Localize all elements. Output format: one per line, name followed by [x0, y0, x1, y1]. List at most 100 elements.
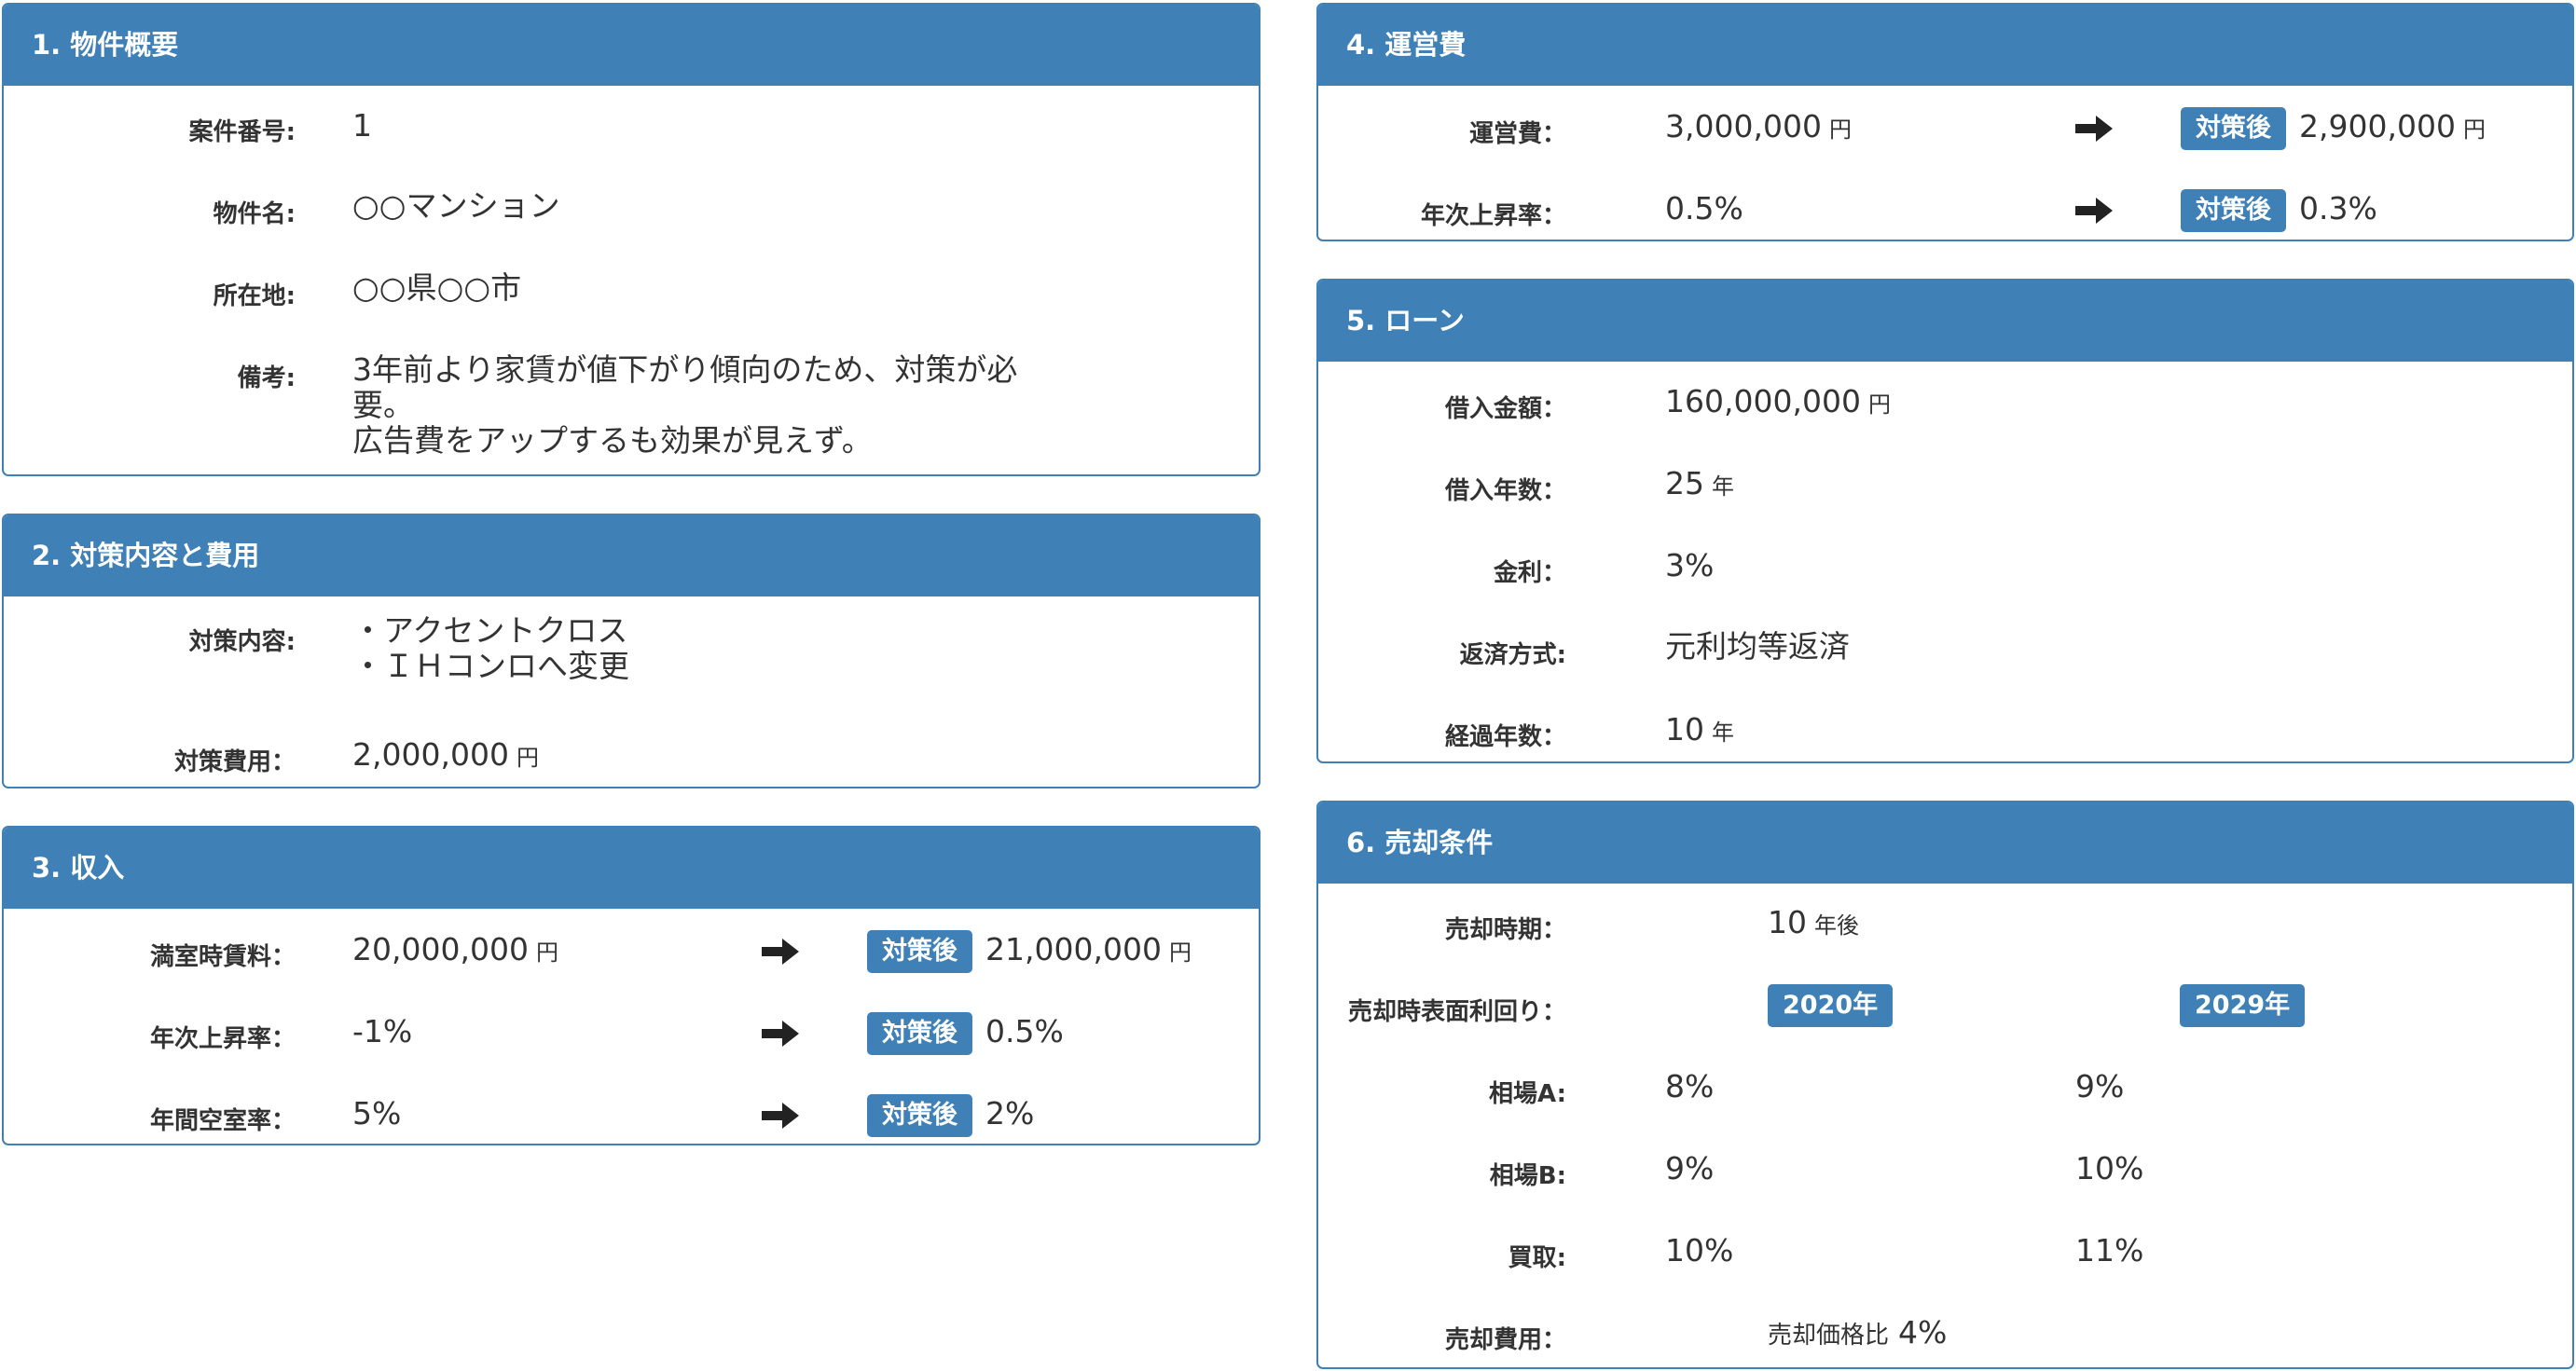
arrow-right-icon [762, 1101, 799, 1131]
value-buyback-2029: 11% [2075, 1232, 2144, 1268]
arrow-right-icon [762, 1019, 799, 1049]
value-loan-amount: 160,000,000 円 [1665, 386, 1891, 417]
label-vacancy-rate: 年間空室率： [149, 1107, 296, 1135]
measure-item: ・アクセントクロス [352, 612, 628, 649]
panel-loan: 5. ローン 借入金額： 160,000,000 円 借入年数： 25 年 金利： … [1316, 279, 2574, 763]
sale-cost-ratio: 4% [1898, 1314, 1948, 1350]
value-opcost-increase-after: 0.3% [2299, 190, 2377, 226]
value-location: ○○県○○市 [352, 269, 522, 306]
label-sale-yield: 売却時表面利回り： [1347, 998, 1566, 1026]
panel-income: 3. 収入 満室時賃料： 20,000,000 円 対策後 21,000,000 円… [2, 826, 1260, 1145]
arrow-right-icon [762, 937, 799, 967]
opcost-amount: 3,000,000 [1665, 108, 1822, 144]
value-vacancy-rate: 5% [352, 1095, 402, 1131]
panel-title: 6. 売却条件 [1318, 802, 2572, 884]
label-measure-cost: 対策費用： [173, 748, 296, 776]
sale-cost-prefix: 売却価格比 [1768, 1322, 1890, 1350]
value-property-name: ○○マンション [352, 187, 560, 224]
value-interest-rate: 3% [1665, 547, 1715, 583]
after-measure-badge: 対策後 [867, 930, 972, 973]
loan-years: 25 [1665, 465, 1704, 501]
loan-amount: 160,000,000 [1665, 383, 1861, 419]
value-buyback-2020: 10% [1665, 1232, 1734, 1268]
panel-property-overview: 1. 物件概要 案件番号: 1 物件名: ○○マンション 所在地: ○○県○○市… [2, 3, 1260, 476]
value-market-a-2020: 8% [1665, 1068, 1715, 1104]
panel-title: 3. 収入 [4, 828, 1259, 909]
rent-after-amount: 21,000,000 [985, 931, 1162, 967]
after-measure-badge: 対策後 [867, 1094, 972, 1137]
opcost-after-amount: 2,900,000 [2299, 108, 2456, 144]
opcost-after-unit: 円 [2462, 117, 2486, 143]
elapsed-years: 10 [1665, 711, 1704, 747]
panel-operating-cost: 4. 運営費 運営費： 3,000,000 円 対策後 2,900,000 円 年次… [1316, 3, 2574, 241]
label-full-rent: 満室時賃料： [149, 943, 296, 971]
label-annual-increase: 年次上昇率： [149, 1025, 296, 1053]
value-measure-cost: 2,000,000 円 [352, 739, 539, 770]
label-sale-period: 売却時期： [1444, 916, 1566, 944]
value-elapsed-years: 10 年 [1665, 714, 1734, 745]
elapsed-years-unit: 年 [1712, 720, 1734, 746]
value-sale-cost: 売却価格比 4% [1768, 1317, 1947, 1348]
after-measure-badge: 対策後 [867, 1012, 972, 1055]
value-measure-content: ・アクセントクロス ・ＩＨコンロへ変更 [352, 613, 629, 684]
value-annual-increase: -1% [352, 1013, 413, 1049]
cost-amount: 2,000,000 [352, 736, 509, 773]
label-property-name: 物件名: [213, 200, 296, 228]
panel-title: 4. 運営費 [1318, 5, 2572, 86]
after-measure-badge: 対策後 [2181, 189, 2286, 232]
panel-title: 2. 対策内容と費用 [4, 515, 1259, 596]
sale-period-unit: 年後 [1814, 912, 1859, 939]
label-opcost-increase: 年次上昇率： [1420, 202, 1566, 230]
loan-years-unit: 年 [1712, 473, 1734, 500]
year-badge-2020: 2020年 [1768, 984, 1894, 1027]
measure-item: ・ＩＨコンロへ変更 [352, 647, 629, 684]
label-loan-amount: 借入金額： [1444, 395, 1566, 423]
value-operating-cost: 3,000,000 円 [1665, 111, 1852, 142]
label-sale-cost: 売却費用： [1444, 1326, 1566, 1354]
remarks-line: 3年前より家賃が値下がり傾向のため、対策が必 [352, 351, 1018, 388]
arrow-right-icon [2075, 196, 2113, 226]
value-opcost-increase: 0.5% [1665, 190, 1743, 226]
value-repayment-method: 元利均等返済 [1665, 628, 1850, 665]
panel-title: 5. ローン [1318, 281, 2572, 362]
panel-sale-conditions: 6. 売却条件 売却時期： 10 年後 売却時表面利回り： 2020年 2029年… [1316, 801, 2574, 1369]
year-badge-2029: 2029年 [2180, 984, 2306, 1027]
value-case-number: 1 [352, 107, 372, 144]
value-remarks: 3年前より家賃が値下がり傾向のため、対策が必 要。 広告費をアップするも効果が見… [352, 352, 1117, 459]
arrow-right-icon [2075, 114, 2113, 144]
value-full-rent: 20,000,000 円 [352, 934, 558, 965]
label-market-a: 相場A: [1488, 1080, 1566, 1108]
panel-measures-and-cost: 2. 対策内容と費用 対策内容: ・アクセントクロス ・ＩＨコンロへ変更 対策費… [2, 514, 1260, 788]
value-market-b-2020: 9% [1665, 1150, 1715, 1186]
label-repayment-method: 返済方式: [1459, 641, 1566, 669]
value-market-a-2029: 9% [2075, 1068, 2125, 1104]
label-location: 所在地: [213, 282, 296, 310]
rent-unit: 円 [535, 939, 558, 966]
panel-title: 1. 物件概要 [4, 5, 1259, 86]
value-sale-period: 10 年後 [1768, 907, 1859, 938]
label-market-b: 相場B: [1489, 1162, 1566, 1190]
after-measure-badge: 対策後 [2181, 107, 2286, 150]
rent-after-unit: 円 [1168, 939, 1192, 966]
label-measure-content: 対策内容: [188, 628, 296, 656]
label-loan-years: 借入年数： [1444, 477, 1566, 505]
sale-period-years: 10 [1768, 904, 1807, 940]
opcost-unit: 円 [1828, 117, 1852, 143]
label-elapsed-years: 経過年数： [1444, 723, 1566, 751]
value-operating-cost-after: 2,900,000 円 [2299, 111, 2486, 142]
value-full-rent-after: 21,000,000 円 [985, 934, 1192, 965]
label-operating-cost: 運営費： [1468, 120, 1566, 148]
value-annual-increase-after: 0.5% [985, 1013, 1064, 1049]
label-buyback: 買取: [1508, 1244, 1566, 1272]
label-case-number: 案件番号: [188, 118, 296, 146]
label-interest-rate: 金利： [1493, 559, 1566, 587]
remarks-line: 要。 [352, 386, 414, 423]
cost-unit: 円 [516, 745, 539, 771]
value-market-b-2029: 10% [2075, 1150, 2144, 1186]
label-remarks: 備考: [237, 364, 296, 392]
rent-amount: 20,000,000 [352, 931, 529, 967]
value-vacancy-rate-after: 2% [985, 1095, 1035, 1131]
loan-unit: 円 [1867, 391, 1891, 418]
value-loan-years: 25 年 [1665, 468, 1734, 499]
remarks-line: 広告費をアップするも効果が見えず。 [352, 421, 873, 459]
